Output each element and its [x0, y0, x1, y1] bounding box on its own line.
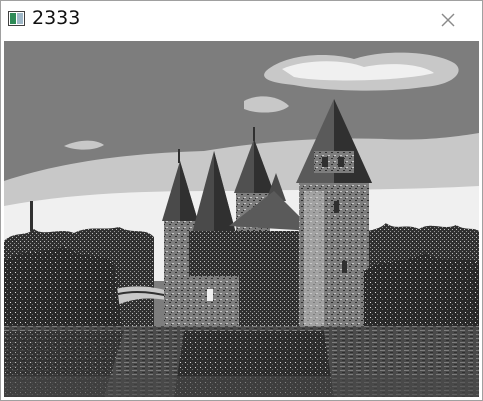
- close-icon: [441, 13, 455, 27]
- image-window-icon: [8, 11, 25, 26]
- window-title: 2333: [32, 7, 81, 29]
- castle-image: [4, 41, 479, 397]
- close-button[interactable]: [435, 7, 461, 33]
- image-canvas: [4, 41, 479, 397]
- title-bar[interactable]: 2333: [1, 1, 482, 39]
- app-window: 2333: [0, 0, 483, 401]
